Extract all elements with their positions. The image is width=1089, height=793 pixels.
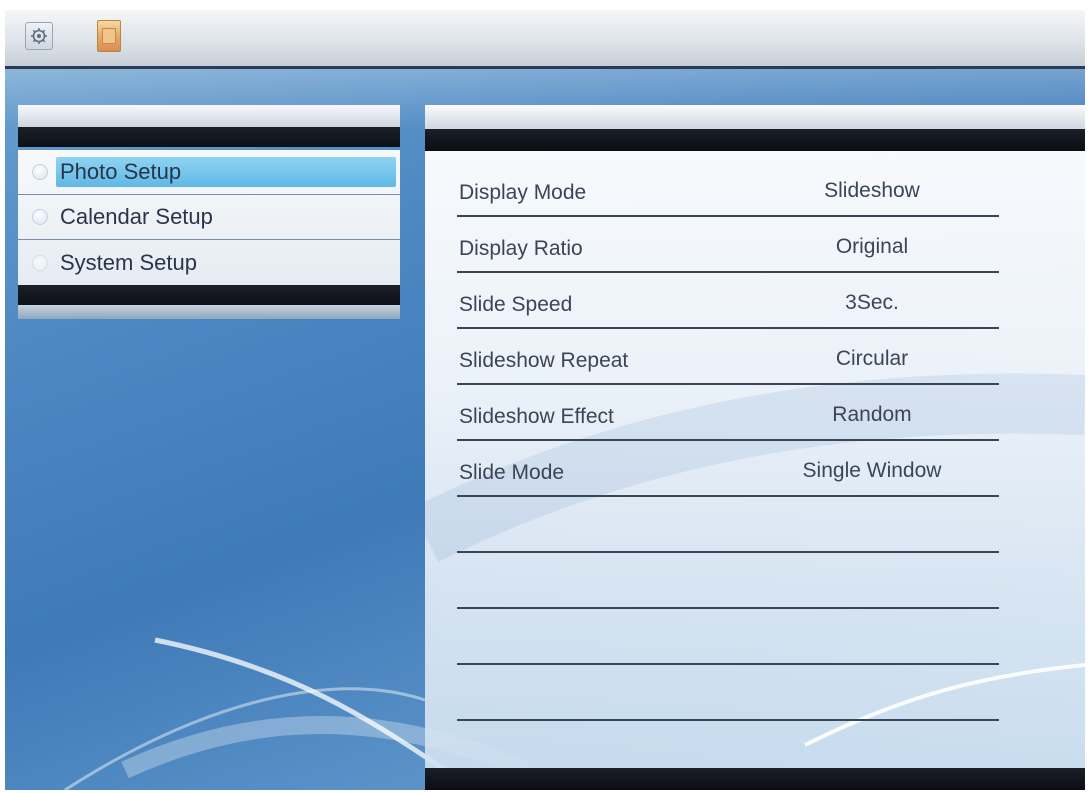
menu-item-calendar-setup[interactable]: Calendar Setup — [18, 195, 400, 240]
setup-menu: Photo Setup Calendar Setup System Setup — [18, 105, 400, 325]
bullet-icon — [32, 209, 48, 225]
setting-row-display-ratio[interactable]: Display Ratio Original — [457, 217, 999, 273]
setting-value: Slideshow — [824, 179, 920, 202]
setting-value: Single Window — [802, 459, 942, 482]
bullet-icon — [32, 254, 48, 271]
panel-bottom-bar — [425, 768, 1085, 790]
setting-value: Original — [835, 235, 909, 258]
setting-row-slide-mode[interactable]: Slide Mode Single Window — [457, 441, 999, 497]
setting-row-slide-speed[interactable]: Slide Speed 3Sec. — [457, 273, 999, 329]
setting-row-slideshow-effect[interactable]: Slideshow Effect Random — [457, 385, 999, 441]
menu-bottom-bar — [18, 285, 400, 305]
setting-name: Slide Speed — [459, 293, 573, 316]
setting-name: Display Mode — [459, 181, 587, 204]
setting-row-empty — [457, 553, 999, 609]
photo-icon[interactable] — [97, 20, 121, 52]
setting-row-empty — [457, 665, 999, 721]
setting-row-empty — [457, 609, 999, 665]
menu-item-photo-setup[interactable]: Photo Setup — [18, 150, 400, 195]
menu-bottom-strip — [18, 305, 400, 319]
bullet-icon — [32, 164, 48, 180]
menu-item-system-setup[interactable]: System Setup — [18, 240, 400, 285]
panel-top-strip — [425, 105, 1085, 129]
setting-row-slideshow-repeat[interactable]: Slideshow Repeat Circular — [457, 329, 999, 385]
setting-value: 3Sec. — [845, 291, 899, 314]
setting-row-empty — [457, 497, 999, 553]
menu-item-label: Calendar Setup — [60, 204, 213, 229]
menu-list: Photo Setup Calendar Setup System Setup — [18, 150, 400, 285]
menu-item-label: Photo Setup — [60, 159, 182, 184]
setting-value: Random — [832, 403, 912, 426]
setting-name: Display Ratio — [459, 237, 583, 260]
menu-top-strip — [18, 105, 400, 127]
menu-item-label: System Setup — [60, 249, 197, 275]
settings-icon[interactable] — [25, 22, 53, 50]
title-bar — [5, 10, 1085, 69]
setting-row-display-mode[interactable]: Display Mode Slideshow — [457, 161, 999, 217]
photo-frame-screen: Photo Setup Calendar Setup System Setup … — [5, 10, 1085, 790]
panel-top-bar — [425, 129, 1085, 151]
settings-panel: Display Mode Slideshow Display Ratio Ori… — [425, 105, 1085, 790]
setting-name: Slideshow Repeat — [459, 349, 629, 372]
setting-name: Slide Mode — [459, 461, 565, 484]
setting-value: Circular — [835, 347, 909, 370]
setting-name: Slideshow Effect — [459, 405, 614, 428]
menu-top-bar — [18, 127, 400, 147]
